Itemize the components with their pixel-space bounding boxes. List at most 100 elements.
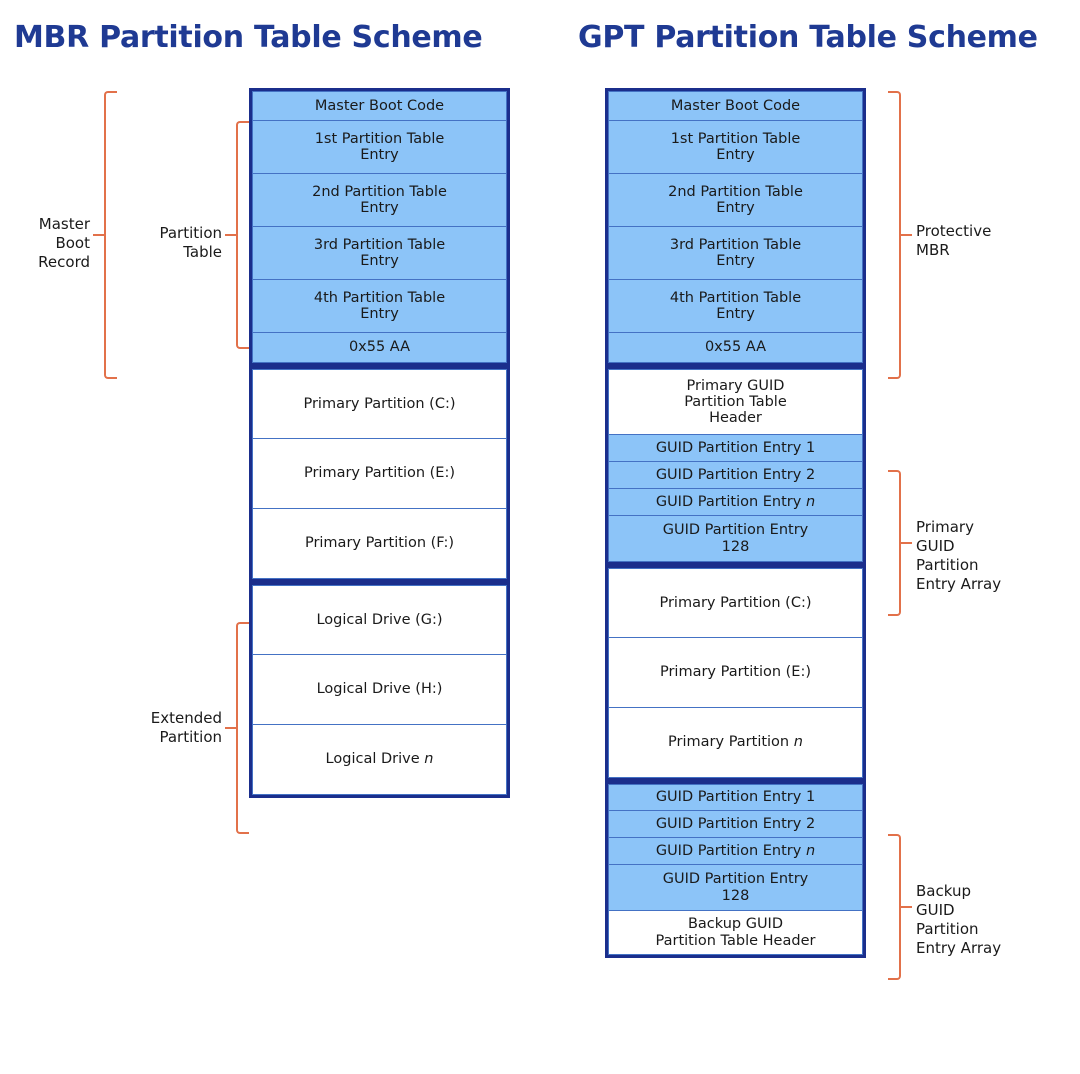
cell-label: 1st Partition Table Entry [315, 131, 445, 163]
cell-line-1: 4th Partition Table [669, 289, 802, 306]
cell-label: Logical Drive (H:) [316, 681, 443, 698]
gpt-row-primary-gpt-header: Primary GUID Partition Table Header [608, 369, 863, 435]
cell-line-2: Partition Table [684, 393, 787, 410]
cell-line-2: Entry [716, 306, 755, 322]
mbr-extended-partition-group: Logical Drive (G:) Logical Drive (H:) Lo… [249, 582, 510, 798]
gpt-row-backup-gpt-header: Backup GUID Partition Table Header [608, 911, 863, 955]
cell-italic-n: n [793, 734, 803, 751]
mbr-partition-table-column: Master Boot Code 1st Partition Table Entr… [249, 88, 510, 798]
cell-line-2: Entry [716, 200, 755, 216]
gpt-row-primary-partition-n: Primary Partition n [608, 708, 863, 778]
cell-text: Primary Partition [668, 734, 794, 751]
gpt-row-partition-table-entry-2: 2nd Partition Table Entry [608, 174, 863, 227]
mbr-row-primary-partition-e: Primary Partition (E:) [252, 439, 507, 509]
gpt-row-partition-table-entry-1: 1st Partition Table Entry [608, 121, 863, 174]
gpt-row-backup-guid-entry-2: GUID Partition Entry 2 [608, 811, 863, 838]
label-master-boot-record: Master Boot Record [38, 215, 90, 271]
gpt-backup-array-and-header-group: GUID Partition Entry 1 GUID Partition En… [605, 781, 866, 958]
gpt-row-boot-signature: 0x55 AA [608, 333, 863, 363]
cell-line-1: 2nd Partition Table [312, 183, 447, 200]
label-partition-table: Partition Table [159, 224, 222, 261]
cell-line-1: Backup GUID [687, 916, 784, 933]
cell-label: GUID Partition Entry n [656, 494, 815, 510]
bracket-primary-guid-partition-entry-array [888, 470, 901, 616]
cell-line-2: Entry [360, 306, 399, 322]
cell-text: Logical Drive [325, 751, 425, 768]
cell-label: 2nd Partition Table Entry [668, 184, 803, 216]
cell-label: Primary Partition (E:) [303, 465, 456, 482]
cell-line-2: Partition Table Header [655, 932, 816, 949]
mbr-row-logical-drive-g: Logical Drive (G:) [252, 585, 507, 655]
cell-line-2: Entry [716, 147, 755, 163]
cell-label: 0x55 AA [348, 339, 411, 356]
cell-label: GUID Partition Entry 1 [655, 789, 816, 806]
gpt-row-backup-guid-entry-128: GUID Partition Entry 128 [608, 865, 863, 911]
cell-label: Primary Partition (E:) [659, 664, 812, 681]
cell-line-2: Entry [360, 200, 399, 216]
cell-label: Logical Drive (G:) [316, 611, 443, 628]
bracket-tick-backup-guid-partition-entry-array [901, 906, 912, 908]
bracket-extended-partition [236, 622, 249, 834]
cell-label: 3rd Partition Table Entry [314, 237, 445, 269]
cell-label: 0x55 AA [704, 339, 767, 356]
cell-label: GUID Partition Entry n [656, 843, 815, 859]
gpt-row-backup-guid-entry-n: GUID Partition Entry n [608, 838, 863, 865]
bracket-protective-mbr [888, 91, 901, 379]
mbr-row-boot-signature: 0x55 AA [252, 333, 507, 363]
gpt-row-backup-guid-entry-1: GUID Partition Entry 1 [608, 784, 863, 811]
cell-line-2: 128 [721, 538, 750, 555]
mbr-row-primary-partition-f: Primary Partition (F:) [252, 509, 507, 579]
cell-italic-n: n [805, 842, 816, 859]
cell-line-2: Entry [360, 147, 399, 163]
gpt-protective-mbr-group: Master Boot Code 1st Partition Table Entr… [605, 88, 866, 366]
gpt-primary-header-and-array-group: Primary GUID Partition Table Header GUID P… [605, 366, 866, 565]
cell-italic-n: n [424, 751, 434, 768]
cell-label: 1st Partition Table Entry [671, 131, 801, 163]
cell-label: Backup GUID Partition Table Header [656, 916, 816, 948]
mbr-row-partition-table-entry-4: 4th Partition Table Entry [252, 280, 507, 333]
mbr-row-master-boot-code: Master Boot Code [252, 91, 507, 121]
label-primary-guid-partition-entry-array: Primary GUID Partition Entry Array [916, 518, 1002, 593]
gpt-row-primary-guid-entry-1: GUID Partition Entry 1 [608, 435, 863, 462]
label-backup-guid-partition-entry-array: Backup GUID Partition Entry Array [916, 882, 1002, 957]
cell-label: 2nd Partition Table Entry [312, 184, 447, 216]
bracket-tick-extended-partition [225, 727, 236, 729]
bracket-tick-partition-table [225, 234, 236, 236]
cell-label: GUID Partition Entry 2 [655, 466, 816, 483]
cell-line-3: Header [709, 410, 762, 427]
mbr-row-logical-drive-h: Logical Drive (H:) [252, 655, 507, 725]
gpt-row-primary-guid-entry-128: GUID Partition Entry 128 [608, 516, 863, 562]
mbr-sector-group: Master Boot Code 1st Partition Table Entr… [249, 88, 510, 366]
cell-label: Master Boot Code [670, 97, 801, 114]
bracket-tick-protective-mbr [901, 234, 912, 236]
gpt-row-primary-guid-entry-n: GUID Partition Entry n [608, 489, 863, 516]
cell-line-1: Primary GUID [686, 377, 785, 394]
cell-label: GUID Partition Entry 128 [663, 522, 809, 554]
gpt-row-partition-table-entry-4: 4th Partition Table Entry [608, 280, 863, 333]
cell-line-2: 128 [721, 887, 750, 904]
gpt-row-primary-guid-entry-2: GUID Partition Entry 2 [608, 462, 863, 489]
mbr-row-partition-table-entry-1: 1st Partition Table Entry [252, 121, 507, 174]
cell-line-1: GUID Partition Entry [662, 871, 809, 888]
cell-text: GUID Partition Entry [655, 493, 806, 510]
gpt-scheme-title: GPT Partition Table Scheme [578, 20, 1038, 55]
cell-label: GUID Partition Entry 128 [663, 871, 809, 903]
cell-label: Primary Partition n [668, 734, 803, 750]
cell-label: Primary Partition (C:) [303, 395, 456, 412]
cell-label: Primary Partition (F:) [304, 535, 455, 552]
cell-line-1: 3rd Partition Table [669, 236, 802, 253]
cell-label: Primary Partition (C:) [659, 594, 812, 611]
cell-line-1: 4th Partition Table [313, 289, 446, 306]
gpt-row-primary-partition-c: Primary Partition (C:) [608, 568, 863, 638]
cell-label: 3rd Partition Table Entry [670, 237, 801, 269]
bracket-tick-primary-guid-partition-entry-array [901, 542, 912, 544]
bracket-partition-table [236, 121, 249, 349]
cell-label: Logical Drive n [326, 751, 434, 767]
cell-label: 4th Partition Table Entry [670, 290, 801, 322]
mbr-row-partition-table-entry-2: 2nd Partition Table Entry [252, 174, 507, 227]
mbr-primary-partitions-group: Primary Partition (C:) Primary Partition… [249, 366, 510, 582]
cell-line-1: GUID Partition Entry [662, 522, 809, 539]
label-protective-mbr: Protective MBR [916, 222, 992, 259]
mbr-row-logical-drive-n: Logical Drive n [252, 725, 507, 795]
label-extended-partition: Extended Partition [150, 709, 222, 746]
